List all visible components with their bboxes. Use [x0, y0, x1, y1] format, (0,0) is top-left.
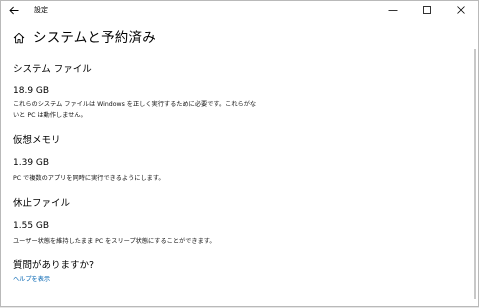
home-button[interactable]	[12, 31, 26, 45]
system-files-size: 18.9 GB	[13, 86, 50, 96]
section-heading-system-files: システム ファイル	[13, 64, 92, 75]
hibernation-file-description: ユーザー状態を維持したまま PC をスリープ状態にすることができます。	[13, 238, 216, 245]
title-bar: 設定	[1, 1, 478, 19]
back-button[interactable]	[3, 1, 25, 19]
system-files-description-line-2: いと PC は動作しません。	[13, 112, 87, 119]
section-heading-hibernation-file: 休止ファイル	[13, 198, 71, 209]
minimize-icon	[388, 10, 398, 11]
virtual-memory-size: 1.39 GB	[13, 158, 50, 168]
window-title: 設定	[34, 6, 48, 14]
system-files-description-line-1: これらのシステム ファイルは Windows を正しく実行するために必要です。こ…	[13, 101, 257, 108]
minimize-button[interactable]	[376, 1, 410, 19]
help-heading: 質問がありますか?	[13, 260, 95, 271]
home-icon	[13, 32, 25, 44]
settings-window: 設定 システムと予約済み システム ファイル 18.9 GB これらのシステム …	[0, 0, 479, 307]
page-header: システムと予約済み	[12, 28, 156, 48]
maximize-button[interactable]	[410, 1, 444, 19]
close-icon	[457, 6, 465, 14]
virtual-memory-description: PC で複数のアプリを同時に実行できるようにします。	[13, 175, 165, 182]
page-title: システムと予約済み	[33, 30, 156, 46]
close-button[interactable]	[444, 1, 478, 19]
hibernation-file-size: 1.55 GB	[13, 221, 50, 231]
get-help-link[interactable]: ヘルプを表示	[13, 275, 50, 284]
maximize-icon	[423, 6, 431, 14]
scrollbar[interactable]	[474, 49, 476, 299]
section-heading-virtual-memory: 仮想メモリ	[13, 135, 61, 146]
back-arrow-icon	[9, 6, 19, 14]
